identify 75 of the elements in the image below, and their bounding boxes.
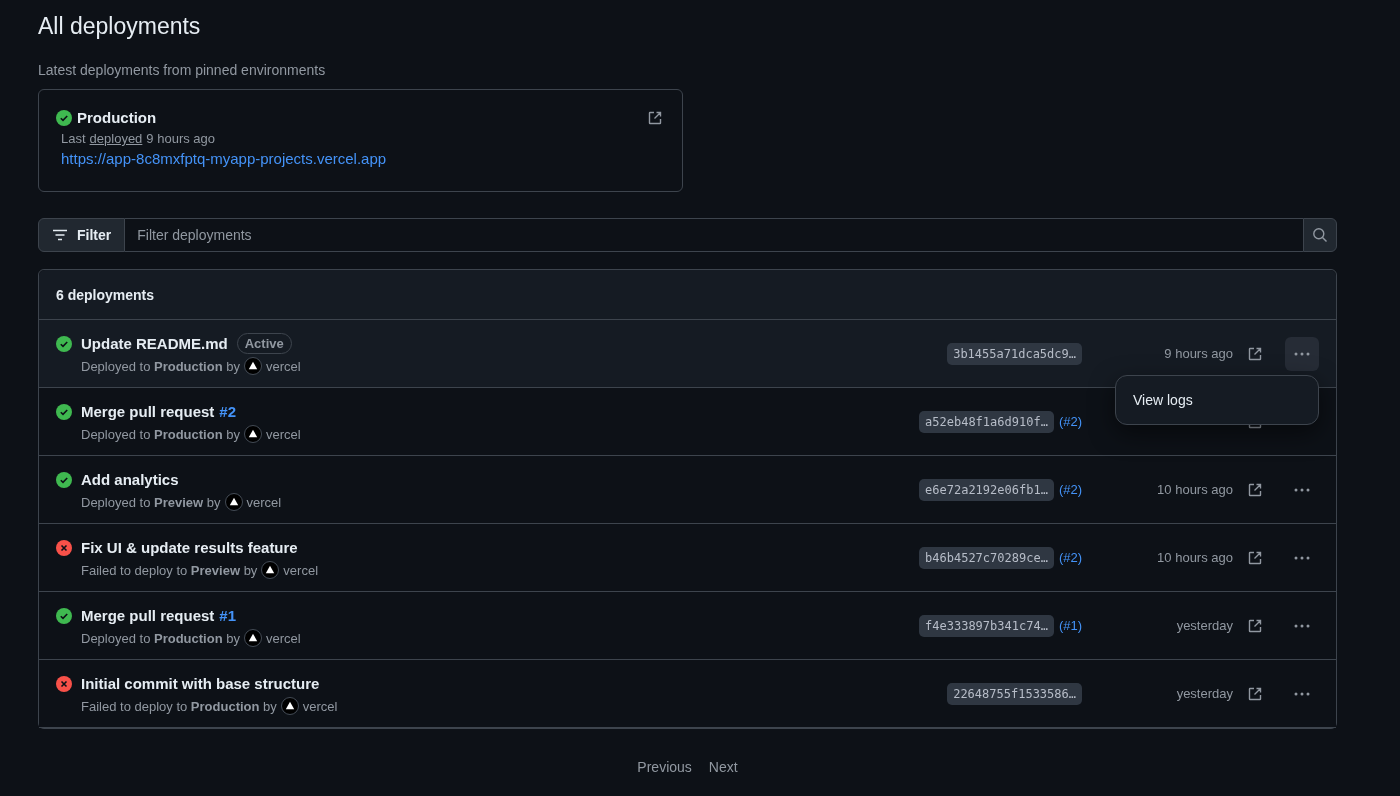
section-heading: Latest deployments from pinned environments — [38, 62, 327, 78]
deployment-url-link[interactable]: https://app-8c8mxfptq-myapp-projects.vercel.app — [61, 150, 387, 167]
failure-x-icon — [56, 676, 72, 692]
deployed-time: 10 hours ago — [1157, 482, 1233, 497]
pull-request-link[interactable]: #2 — [219, 402, 237, 420]
external-link-icon[interactable] — [1247, 345, 1263, 362]
previous-link[interactable]: Previous — [637, 759, 692, 775]
user-name: vercel — [265, 630, 301, 646]
last-time: 9 hours ago — [146, 131, 216, 146]
deployment-title: Merge pull request — [81, 402, 215, 420]
triangle-avatar-icon — [243, 425, 262, 443]
page-title: All deployments — [38, 12, 202, 40]
ellipsis-icon — [1294, 691, 1310, 696]
ellipsis-icon — [1294, 351, 1310, 356]
external-link-icon[interactable] — [1247, 481, 1263, 498]
user-name: vercel — [302, 698, 338, 714]
commit-hash[interactable]: b46b4527c70289ce… — [919, 546, 1054, 569]
filter-button[interactable]: Filter — [38, 218, 126, 252]
user-name: vercel — [246, 494, 282, 510]
filter-input-field[interactable]: Filter deployments — [125, 218, 1303, 252]
deployment-detail: Failed to deploy to Preview by — [81, 562, 258, 578]
deployed-time: 10 hours ago — [1157, 550, 1233, 565]
deployment-detail: Deployed to Production by — [81, 630, 240, 646]
triangle-avatar-icon — [261, 561, 280, 579]
deployment-title: Merge pull request — [81, 606, 215, 624]
deployed-time: yesterday — [1176, 618, 1233, 633]
pull-request-link[interactable]: #1 — [219, 606, 237, 624]
success-check-icon — [56, 404, 72, 420]
external-link-icon[interactable] — [1247, 685, 1263, 702]
triangle-avatar-icon — [224, 493, 243, 511]
pull-request-link[interactable]: (#1) — [1058, 618, 1082, 633]
ellipsis-icon — [1294, 623, 1310, 628]
pull-request-link[interactable]: (#2) — [1058, 414, 1082, 429]
deployment-row[interactable]: Update README.md Active Deployed to Production by vercel 3b1455a71dca5dc9… 9 hours ago — [39, 320, 1336, 388]
filter-icon — [52, 227, 68, 243]
external-link-icon[interactable] — [647, 109, 663, 126]
success-check-icon — [56, 608, 72, 624]
deployment-title: Add analytics — [81, 470, 179, 488]
user-name: vercel — [265, 426, 301, 442]
deployment-title: Initial commit with base structure — [81, 674, 320, 692]
user-name: vercel — [265, 358, 301, 374]
pull-request-link[interactable]: (#2) — [1058, 550, 1082, 565]
environment-name: Production — [77, 109, 157, 126]
next-link[interactable]: Next — [708, 759, 738, 775]
commit-hash[interactable]: a52eb48f1a6d910f… — [919, 410, 1054, 433]
deployed-link[interactable]: deployed — [89, 131, 143, 146]
deployment-detail: Deployed to Production by — [81, 426, 240, 442]
search-icon — [1312, 227, 1328, 243]
triangle-avatar-icon — [243, 629, 262, 647]
failure-x-icon — [56, 540, 72, 556]
commit-hash[interactable]: 22648755f1533586… — [947, 682, 1082, 705]
last-label: Last — [61, 131, 86, 146]
external-link-icon[interactable] — [1247, 549, 1263, 566]
deployment-count: 6 deployments — [56, 286, 155, 303]
pull-request-link[interactable]: (#2) — [1058, 482, 1082, 497]
ellipsis-icon — [1294, 487, 1310, 492]
success-check-icon — [56, 472, 72, 488]
ellipsis-icon — [1294, 555, 1310, 560]
deployed-time: 9 hours ago — [1164, 346, 1233, 361]
deployed-time: yesterday — [1176, 686, 1233, 701]
triangle-avatar-icon — [243, 357, 262, 375]
triangle-avatar-icon — [280, 697, 299, 715]
deployment-detail: Failed to deploy to Production by — [81, 698, 277, 714]
success-check-icon — [56, 109, 72, 126]
deployment-detail: Deployed to Production by — [81, 358, 240, 374]
deployment-detail: Deployed to Preview by — [81, 494, 221, 510]
deployment-title: Fix UI & update results feature — [81, 538, 298, 556]
commit-hash[interactable]: 3b1455a71dca5dc9… — [947, 342, 1082, 365]
commit-hash[interactable]: e6e72a2192e06fb1… — [919, 478, 1054, 501]
external-link-icon[interactable] — [1247, 617, 1263, 634]
success-check-icon — [56, 336, 72, 352]
user-name: vercel — [283, 562, 319, 578]
deployment-title: Update README.md — [81, 334, 228, 352]
commit-hash[interactable]: f4e333897b341c74… — [919, 614, 1054, 637]
search-button[interactable] — [1303, 218, 1337, 252]
